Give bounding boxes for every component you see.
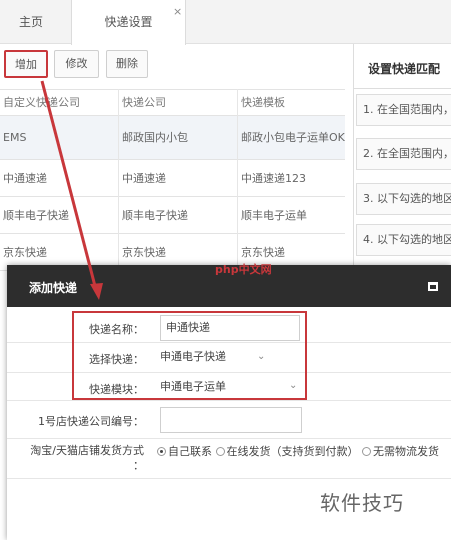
express-table: 自定义快递公司 快递公司 快递模板 EMS 邮政国内小包 邮政小包电子运单OK … <box>0 89 345 271</box>
shipping-label: 淘宝/天猫店铺发货方式 ： <box>7 443 152 473</box>
code-label: 1号店快递公司编号： <box>38 415 144 428</box>
option-label: 在线发货（支持货到付款） <box>226 445 359 458</box>
panel-title: 设置快递匹配 <box>368 62 441 76</box>
divider <box>354 88 451 89</box>
rule-item[interactable]: 2. 在全国范围内， <box>356 138 451 170</box>
column-header[interactable]: 自定义快递公司 <box>3 90 115 115</box>
maximize-icon[interactable] <box>428 282 438 291</box>
table-cell: 邮政小包电子运单OK <box>241 131 345 144</box>
form-row-shipping: 淘宝/天猫店铺发货方式 ： 自己联系 在线发货（支持货到付款） 无需物流发货 <box>7 439 451 479</box>
table-cell: 顺丰电子快递 <box>122 208 188 222</box>
column-divider <box>237 89 238 265</box>
tab-bar: 主页 快递设置 × <box>0 0 451 45</box>
watermark-php: php中文网 <box>215 263 272 276</box>
option-label: 无需物流发货 <box>373 445 439 458</box>
option-label: 自己联系 <box>168 445 212 458</box>
table-cell: EMS <box>3 131 27 144</box>
table-cell: 中通速递 <box>3 171 47 185</box>
table-cell: 中通速递123 <box>241 171 306 185</box>
table-cell: 顺丰电子运单 <box>241 208 307 222</box>
edit-button[interactable]: 修改 <box>54 50 99 78</box>
column-header[interactable]: 快递模板 <box>241 90 345 115</box>
match-settings-panel: 设置快递匹配 1. 在全国范围内， 2. 在全国范围内， 3. 以下勾选的地区 … <box>353 44 451 269</box>
toolbar: 增加 修改 删除 <box>0 44 345 89</box>
table-cell: 邮政国内小包 <box>122 131 188 144</box>
shipping-label-colon: ： <box>133 459 144 472</box>
radio-online-shipping[interactable] <box>215 447 225 456</box>
shipping-label-text: 淘宝/天猫店铺发货方式 <box>30 444 144 457</box>
highlight-box <box>72 311 307 400</box>
shipping-options: 自己联系 在线发货（支持货到付款） 无需物流发货 <box>157 443 447 461</box>
table-row[interactable]: EMS 邮政国内小包 邮政小包电子运单OK <box>0 116 345 160</box>
rule-item[interactable]: 3. 以下勾选的地区 <box>356 183 451 215</box>
column-divider <box>118 89 119 265</box>
radio-no-logistics[interactable] <box>362 447 371 456</box>
watermark-brand: 软件技巧 <box>320 491 404 515</box>
table-row[interactable]: 中通速递 中通速递 中通速递123 <box>0 160 345 197</box>
table-header: 自定义快递公司 快递公司 快递模板 <box>0 89 345 116</box>
add-button[interactable]: 增加 <box>4 50 48 78</box>
rule-item[interactable]: 4. 以下勾选的地区 <box>356 224 451 256</box>
tab-home[interactable]: 主页 <box>0 0 62 44</box>
delete-button[interactable]: 删除 <box>106 50 148 78</box>
close-icon[interactable]: × <box>173 6 182 18</box>
rule-item[interactable]: 1. 在全国范围内， <box>356 94 451 126</box>
dialog-title: 添加快递 <box>29 281 78 295</box>
column-header[interactable]: 快递公司 <box>122 90 237 115</box>
table-cell: 顺丰电子快递 <box>3 208 69 222</box>
form-row-code: 1号店快递公司编号： <box>7 401 451 439</box>
table-cell: 中通速递 <box>122 171 166 185</box>
radio-self-contact[interactable] <box>157 447 166 456</box>
table-row[interactable]: 顺丰电子快递 顺丰电子快递 顺丰电子运单 <box>0 197 345 234</box>
tab-express-settings[interactable]: 快递设置 <box>71 0 186 45</box>
code-field[interactable] <box>160 407 302 433</box>
